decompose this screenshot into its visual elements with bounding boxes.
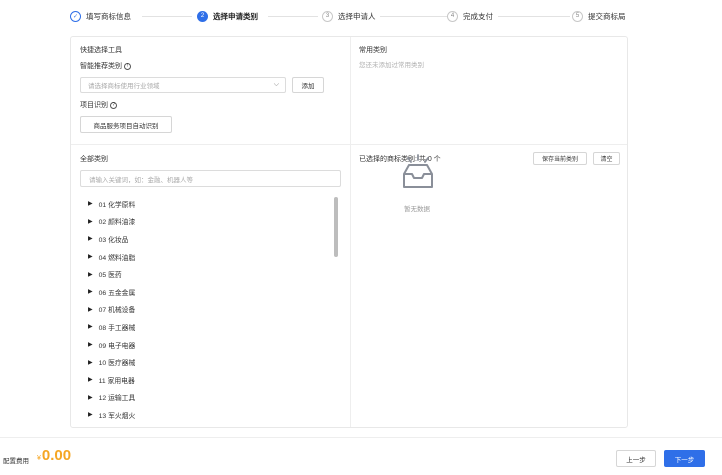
category-label: 08 手工器械 [98, 324, 136, 332]
add-button[interactable]: 添加 [292, 77, 324, 93]
category-tree-item[interactable]: ▶ 11 家用电器 [88, 371, 328, 389]
category-tree-item[interactable]: ▶ 05 医药 [88, 265, 328, 283]
expand-caret-icon[interactable]: ▶ [88, 323, 93, 330]
category-tree-item[interactable]: ▶ 06 五金金属 [88, 283, 328, 301]
expand-caret-icon[interactable]: ▶ [88, 411, 93, 418]
empty-state-text: 暂无数据 [404, 206, 430, 213]
expand-caret-icon[interactable]: ▶ [88, 394, 93, 401]
category-label: 06 五金金属 [98, 289, 136, 297]
category-label: 11 家用电器 [98, 377, 135, 385]
common-categories-title: 常用类别 [359, 47, 387, 54]
smart-recommend-text: 智能推荐类别 [80, 63, 122, 70]
category-label: 05 医药 [98, 272, 122, 280]
next-step-button[interactable]: 下一步 [664, 450, 705, 467]
step-connector [380, 16, 450, 17]
category-label: 13 军火烟火 [98, 412, 136, 420]
fee-value: 0.00 [41, 447, 72, 464]
expand-caret-icon[interactable]: ▶ [88, 271, 93, 278]
expand-caret-icon[interactable]: ▶ [88, 306, 93, 313]
step-label: 填写商标信息 [86, 11, 131, 21]
fee-amount: ¥0.00 [37, 447, 71, 464]
step-payment: 4 完成支付 [447, 8, 493, 24]
industry-select-placeholder: 请选择商标使用行业领域 [88, 83, 160, 90]
auto-identify-button[interactable]: 商品服务项目自动识别 [80, 116, 172, 133]
category-tree: ▶ 01 化学原料 ▶ 02 颜料油漆 ▶ 03 化妆品 ▶ 04 燃料油脂 ▶ 05 医药 ▶ 06… [88, 195, 328, 423]
step-number: 3 [322, 10, 333, 22]
step-submit: 5 提交商标局 [572, 8, 626, 24]
check-icon: ✓ [70, 10, 81, 22]
category-tree-item[interactable]: ▶ 03 化妆品 [88, 230, 328, 248]
footer-bar: 配置费用 ¥0.00 上一步 下一步 [0, 437, 722, 475]
save-categories-button[interactable]: 保存当前类别 [533, 152, 587, 165]
step-number: 2 [197, 10, 208, 22]
step-connector [268, 16, 318, 17]
category-tree-item[interactable]: ▶ 10 医疗器械 [88, 353, 328, 371]
expand-caret-icon[interactable]: ▶ [88, 341, 93, 348]
vertical-divider [350, 37, 351, 427]
category-tree-item[interactable]: ▶ 08 手工器械 [88, 318, 328, 336]
project-identify-text: 项目识别 [80, 102, 108, 109]
step-select-applicant: 3 选择申请人 [322, 8, 376, 24]
category-label: 07 机械设备 [98, 307, 136, 315]
prev-step-button[interactable]: 上一步 [616, 450, 656, 467]
category-label: 01 化学原料 [98, 201, 136, 209]
category-tree-item[interactable]: ▶ 12 运输工具 [88, 389, 328, 407]
expand-caret-icon[interactable]: ▶ [88, 376, 93, 383]
project-identify-label: 项目识别? [80, 100, 117, 110]
category-tree-item[interactable]: ▶ 01 化学原料 [88, 195, 328, 213]
industry-select[interactable]: 请选择商标使用行业领域 ⌵ [80, 77, 286, 93]
category-tree-item[interactable]: ▶ 07 机械设备 [88, 301, 328, 319]
quick-tools-title: 快捷选择工具 [80, 47, 122, 54]
category-label: 10 医疗器械 [98, 360, 136, 368]
category-label: 03 化妆品 [98, 236, 129, 244]
expand-caret-icon[interactable]: ▶ [88, 200, 93, 207]
all-categories-title: 全部类别 [80, 156, 108, 163]
category-tree-item[interactable]: ▶ 09 电子电器 [88, 336, 328, 354]
help-icon[interactable]: ? [110, 101, 117, 109]
step-fill-trademark-info: ✓ 填写商标信息 [70, 8, 131, 24]
step-connector [498, 16, 570, 17]
expand-caret-icon[interactable]: ▶ [88, 218, 93, 225]
expand-caret-icon[interactable]: ▶ [88, 359, 93, 366]
step-connector [142, 16, 192, 17]
info-icon[interactable]: ! [124, 62, 131, 70]
expand-caret-icon[interactable]: ▶ [88, 253, 93, 260]
step-progress-bar: ✓ 填写商标信息 2 选择申请类别 3 选择申请人 4 完成支付 5 提交商标局 [70, 8, 630, 24]
scrollbar-thumb[interactable] [334, 197, 338, 257]
category-label: 09 电子电器 [98, 342, 136, 350]
fee-label: 配置费用 [3, 458, 29, 465]
category-tree-item[interactable]: ▶ 04 燃料油脂 [88, 248, 328, 266]
category-label: 12 运输工具 [98, 395, 136, 403]
step-label: 提交商标局 [588, 11, 626, 21]
category-tree-item[interactable]: ▶ 02 颜料油漆 [88, 213, 328, 231]
clear-button[interactable]: 清空 [593, 152, 620, 165]
currency-symbol: ¥ [37, 455, 41, 462]
chevron-down-icon: ⌵ [273, 81, 279, 88]
step-select-category: 2 选择申请类别 [197, 8, 258, 24]
common-categories-empty: 您还未添加过常用类别 [359, 62, 424, 69]
expand-caret-icon[interactable]: ▶ [88, 235, 93, 242]
category-label: 02 颜料油漆 [98, 219, 136, 227]
empty-inbox-icon [403, 154, 433, 188]
category-label: 04 燃料油脂 [98, 254, 136, 262]
step-label: 选择申请人 [338, 11, 376, 21]
step-label: 完成支付 [463, 11, 493, 21]
smart-recommend-label: 智能推荐类别! [80, 61, 131, 71]
category-tree-item[interactable]: ▶ 13 军火烟火 [88, 406, 328, 423]
step-number: 4 [447, 10, 458, 22]
horizontal-divider [71, 144, 627, 145]
search-placeholder: 请输入关键词，如：金融、机器人等 [89, 176, 193, 184]
step-number: 5 [572, 10, 583, 22]
expand-caret-icon[interactable]: ▶ [88, 288, 93, 295]
step-label: 选择申请类别 [213, 11, 258, 21]
category-search-input[interactable]: 请输入关键词，如：金融、机器人等 [80, 170, 341, 187]
category-selection-card: 快捷选择工具 智能推荐类别! 请选择商标使用行业领域 ⌵ 添加 项目识别? 商品… [70, 36, 628, 428]
